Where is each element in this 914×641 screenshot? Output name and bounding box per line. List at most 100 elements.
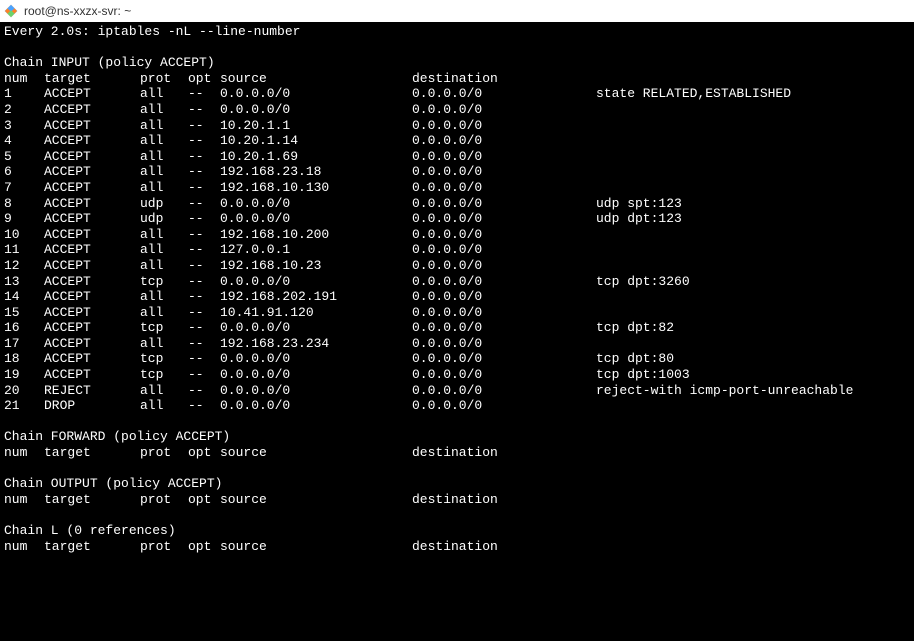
rule-num: 7: [4, 180, 44, 196]
col-num: num: [4, 71, 44, 87]
watch-header: Every 2.0s: iptables -nL --line-number: [4, 24, 910, 40]
rule-source: 10.20.1.1: [220, 118, 412, 134]
rule-target: ACCEPT: [44, 211, 140, 227]
rule-num: 18: [4, 351, 44, 367]
terminal-window: root@ns-xxzx-svr: ~ Every 2.0s: iptables…: [0, 0, 914, 641]
rule-row: 16ACCEPTtcp--0.0.0.0/00.0.0.0/0tcp dpt:8…: [4, 320, 910, 336]
rule-prot: tcp: [140, 274, 188, 290]
rule-extra: reject-with icmp-port-unreachable: [596, 383, 853, 399]
rule-target: ACCEPT: [44, 196, 140, 212]
rule-num: 9: [4, 211, 44, 227]
rule-opt: --: [188, 383, 220, 399]
rule-destination: 0.0.0.0/0: [412, 258, 596, 274]
rule-prot: all: [140, 305, 188, 321]
rule-opt: --: [188, 102, 220, 118]
rule-source: 10.20.1.14: [220, 133, 412, 149]
rule-opt: --: [188, 164, 220, 180]
col-prot: prot: [140, 71, 188, 87]
rule-destination: 0.0.0.0/0: [412, 305, 596, 321]
rule-source: 0.0.0.0/0: [220, 398, 412, 414]
terminal-output[interactable]: Every 2.0s: iptables -nL --line-number C…: [0, 22, 914, 641]
rule-prot: all: [140, 180, 188, 196]
rule-opt: --: [188, 367, 220, 383]
rule-destination: 0.0.0.0/0: [412, 118, 596, 134]
rule-prot: all: [140, 102, 188, 118]
rule-target: ACCEPT: [44, 367, 140, 383]
rule-source: 0.0.0.0/0: [220, 86, 412, 102]
rule-row: 6ACCEPTall--192.168.23.180.0.0.0/0: [4, 164, 910, 180]
rule-destination: 0.0.0.0/0: [412, 274, 596, 290]
rule-opt: --: [188, 305, 220, 321]
col-target: target: [44, 539, 140, 555]
rule-destination: 0.0.0.0/0: [412, 227, 596, 243]
rule-opt: --: [188, 274, 220, 290]
chain-header: Chain L (0 references): [4, 523, 910, 539]
rule-prot: all: [140, 149, 188, 165]
rule-row: 12ACCEPTall--192.168.10.230.0.0.0/0: [4, 258, 910, 274]
blank-line: [4, 461, 910, 477]
rule-row: 20REJECTall--0.0.0.0/00.0.0.0/0reject-wi…: [4, 383, 910, 399]
rule-source: 192.168.202.191: [220, 289, 412, 305]
rule-num: 1: [4, 86, 44, 102]
rule-destination: 0.0.0.0/0: [412, 351, 596, 367]
col-prot: prot: [140, 492, 188, 508]
rule-row: 8ACCEPTudp--0.0.0.0/00.0.0.0/0udp spt:12…: [4, 196, 910, 212]
col-source: source: [220, 445, 412, 461]
col-target: target: [44, 71, 140, 87]
rule-opt: --: [188, 336, 220, 352]
rule-source: 0.0.0.0/0: [220, 351, 412, 367]
rule-target: ACCEPT: [44, 227, 140, 243]
rule-opt: --: [188, 211, 220, 227]
rule-num: 16: [4, 320, 44, 336]
rule-source: 192.168.23.18: [220, 164, 412, 180]
col-opt: opt: [188, 445, 220, 461]
rule-opt: --: [188, 351, 220, 367]
rule-destination: 0.0.0.0/0: [412, 289, 596, 305]
rule-target: ACCEPT: [44, 258, 140, 274]
app-icon: [4, 4, 18, 18]
rule-prot: tcp: [140, 367, 188, 383]
rule-num: 12: [4, 258, 44, 274]
rule-row: 17ACCEPTall--192.168.23.2340.0.0.0/0: [4, 336, 910, 352]
rule-extra: udp spt:123: [596, 196, 682, 212]
rule-num: 11: [4, 242, 44, 258]
col-target: target: [44, 445, 140, 461]
rule-destination: 0.0.0.0/0: [412, 367, 596, 383]
col-num: num: [4, 492, 44, 508]
rule-num: 19: [4, 367, 44, 383]
column-header: numtargetprotoptsourcedestination: [4, 445, 910, 461]
rule-destination: 0.0.0.0/0: [412, 196, 596, 212]
rule-source: 0.0.0.0/0: [220, 196, 412, 212]
rule-source: 192.168.23.234: [220, 336, 412, 352]
rule-prot: all: [140, 86, 188, 102]
rule-extra: state RELATED,ESTABLISHED: [596, 86, 791, 102]
rule-source: 0.0.0.0/0: [220, 367, 412, 383]
rule-num: 15: [4, 305, 44, 321]
rule-row: 9ACCEPTudp--0.0.0.0/00.0.0.0/0udp dpt:12…: [4, 211, 910, 227]
rule-prot: all: [140, 164, 188, 180]
rule-prot: all: [140, 227, 188, 243]
rule-row: 4ACCEPTall--10.20.1.140.0.0.0/0: [4, 133, 910, 149]
rule-row: 11ACCEPTall--127.0.0.10.0.0.0/0: [4, 242, 910, 258]
rule-row: 14ACCEPTall--192.168.202.1910.0.0.0/0: [4, 289, 910, 305]
col-source: source: [220, 71, 412, 87]
rule-target: ACCEPT: [44, 274, 140, 290]
rule-num: 14: [4, 289, 44, 305]
rule-target: ACCEPT: [44, 305, 140, 321]
rule-opt: --: [188, 180, 220, 196]
blank-line: [4, 414, 910, 430]
col-destination: destination: [412, 539, 596, 555]
rule-opt: --: [188, 118, 220, 134]
rule-prot: tcp: [140, 351, 188, 367]
window-titlebar: root@ns-xxzx-svr: ~: [0, 0, 914, 22]
rule-source: 192.168.10.200: [220, 227, 412, 243]
rule-destination: 0.0.0.0/0: [412, 383, 596, 399]
rule-source: 192.168.10.23: [220, 258, 412, 274]
rule-destination: 0.0.0.0/0: [412, 133, 596, 149]
rule-row: 15ACCEPTall--10.41.91.1200.0.0.0/0: [4, 305, 910, 321]
rule-num: 3: [4, 118, 44, 134]
rule-destination: 0.0.0.0/0: [412, 102, 596, 118]
rule-num: 2: [4, 102, 44, 118]
rule-target: ACCEPT: [44, 320, 140, 336]
col-opt: opt: [188, 492, 220, 508]
